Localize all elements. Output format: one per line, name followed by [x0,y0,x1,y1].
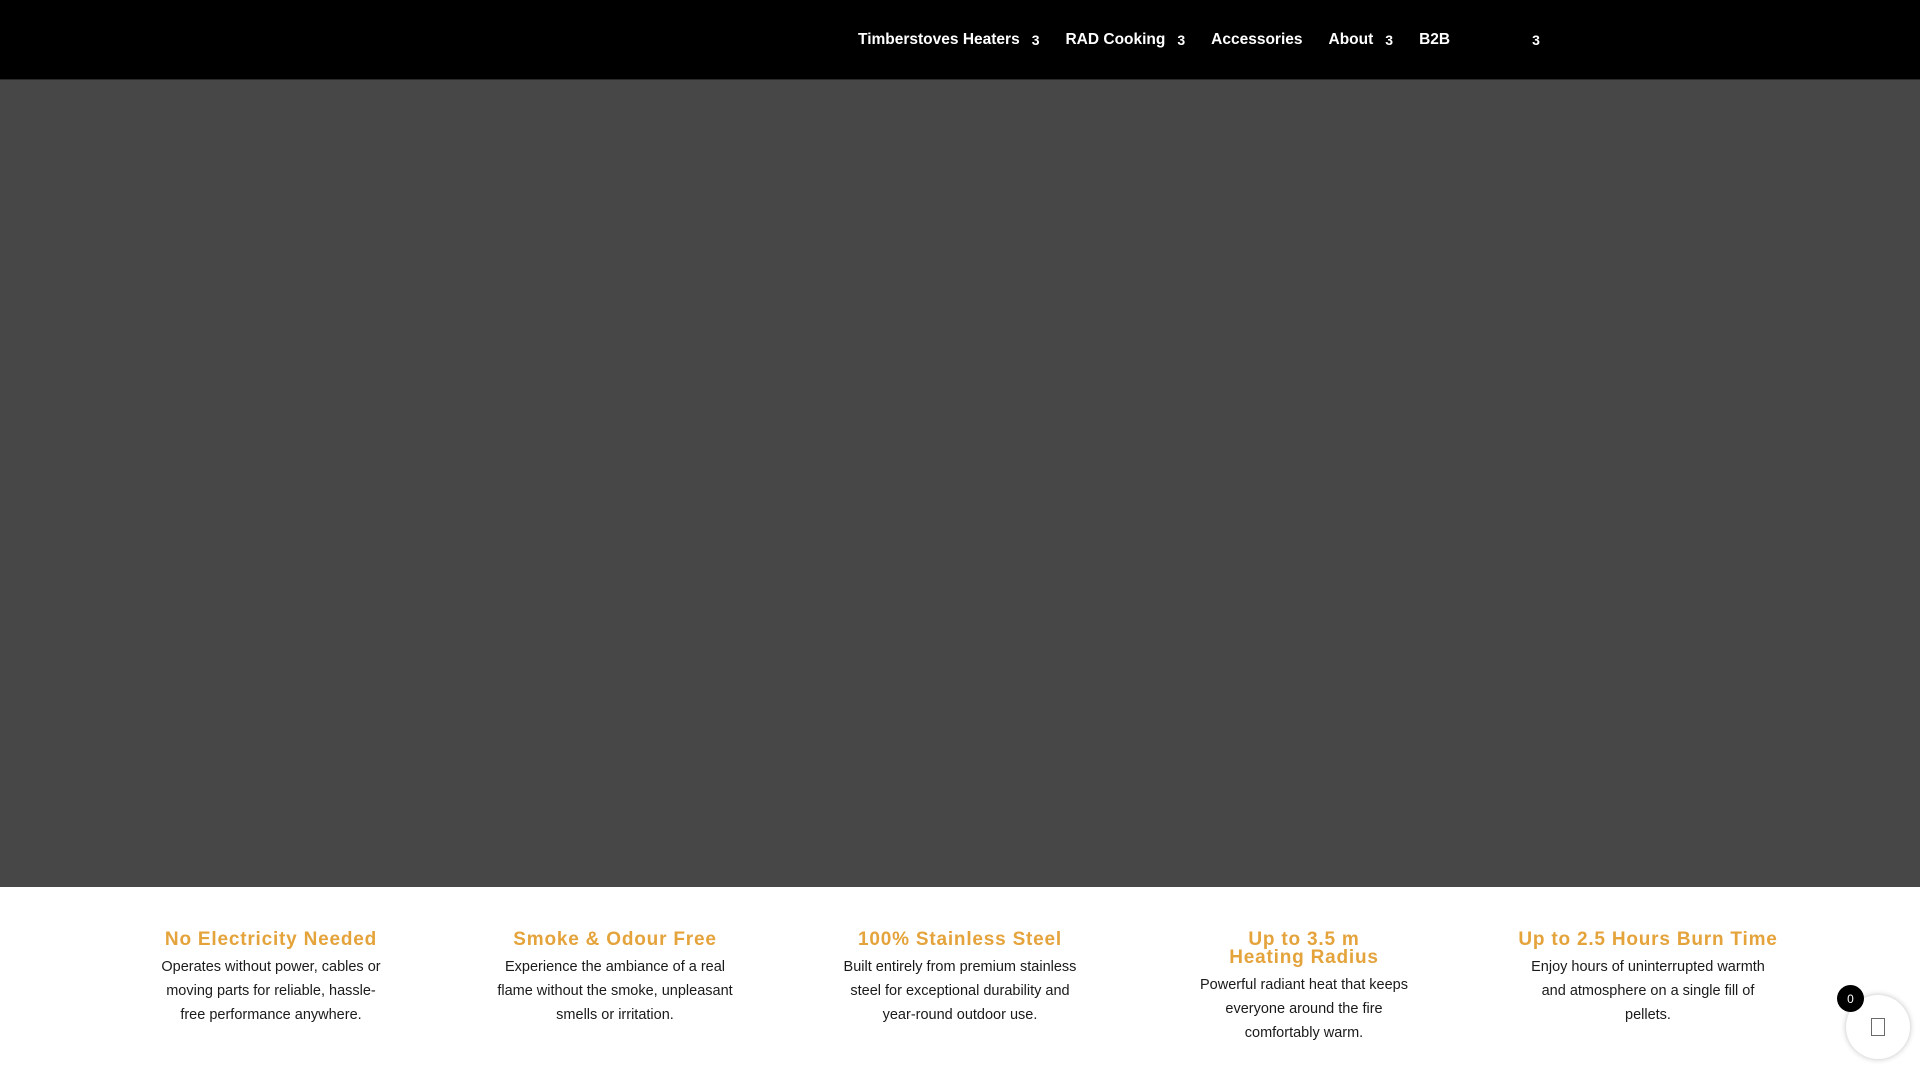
chevron-down-icon: 3 [1385,32,1394,48]
features-strip: No Electricity Needed Operates without p… [0,887,1920,1080]
nav-item-rad-cooking[interactable]: RAD Cooking 3 [1065,31,1185,49]
nav-label: Accessories [1211,31,1303,48]
nav-label: Timberstoves Heaters [858,31,1020,48]
shopping-bag-icon [1871,1018,1885,1036]
main-nav: Timberstoves Heaters 3 RAD Cooking 3 Acc… [858,0,1540,80]
feature-smoke-free: Smoke & Odour Free Experience the ambian… [485,929,745,1027]
nav-item-accessories[interactable]: Accessories [1211,31,1302,49]
feature-title: Smoke & Odour Free [513,929,717,950]
hero-banner [0,80,1920,887]
language-switcher[interactable]: 3 [1520,32,1540,48]
feature-description: Enjoy hours of uninterrupted warmth and … [1531,959,1765,1023]
chevron-down-icon: 3 [1532,32,1540,48]
feature-title: 100% Stainless Steel [858,929,1062,950]
nav-label: About [1328,31,1374,48]
chevron-down-icon: 3 [1177,32,1186,48]
chevron-down-icon: 3 [1031,32,1040,48]
nav-label: RAD Cooking [1065,31,1166,48]
feature-stainless-steel: 100% Stainless Steel Built entirely from… [830,929,1090,1027]
feature-burn-time: Up to 2.5 Hours Burn Time Enjoy hours of… [1518,929,1778,1027]
nav-label: B2B [1419,31,1451,48]
nav-item-b2b[interactable]: B2B [1419,31,1450,49]
feature-description: Powerful radiant heat that keeps everyon… [1200,977,1408,1041]
feature-title: No Electricity Needed [164,929,378,950]
feature-description: Operates without power, cables or moving… [161,959,381,1023]
site-header: Timberstoves Heaters 3 RAD Cooking 3 Acc… [0,0,1920,80]
feature-heating-radius: Up to 3.5 m Heating Radius Powerful radi… [1174,929,1434,1045]
nav-item-timberstoves-heaters[interactable]: Timberstoves Heaters 3 [858,31,1039,49]
feature-title: Up to 2.5 Hours Burn Time [1518,929,1778,950]
feature-no-electricity: No Electricity Needed Operates without p… [141,929,401,1027]
feature-description: Experience the ambiance of a real flame … [497,959,733,1023]
feature-description: Built entirely from premium stainless st… [843,959,1077,1023]
nav-item-about[interactable]: About 3 [1329,31,1394,49]
feature-title: Up to 3.5 m Heating Radius [1229,929,1379,968]
cart-count-badge: 0 [1837,985,1864,1012]
